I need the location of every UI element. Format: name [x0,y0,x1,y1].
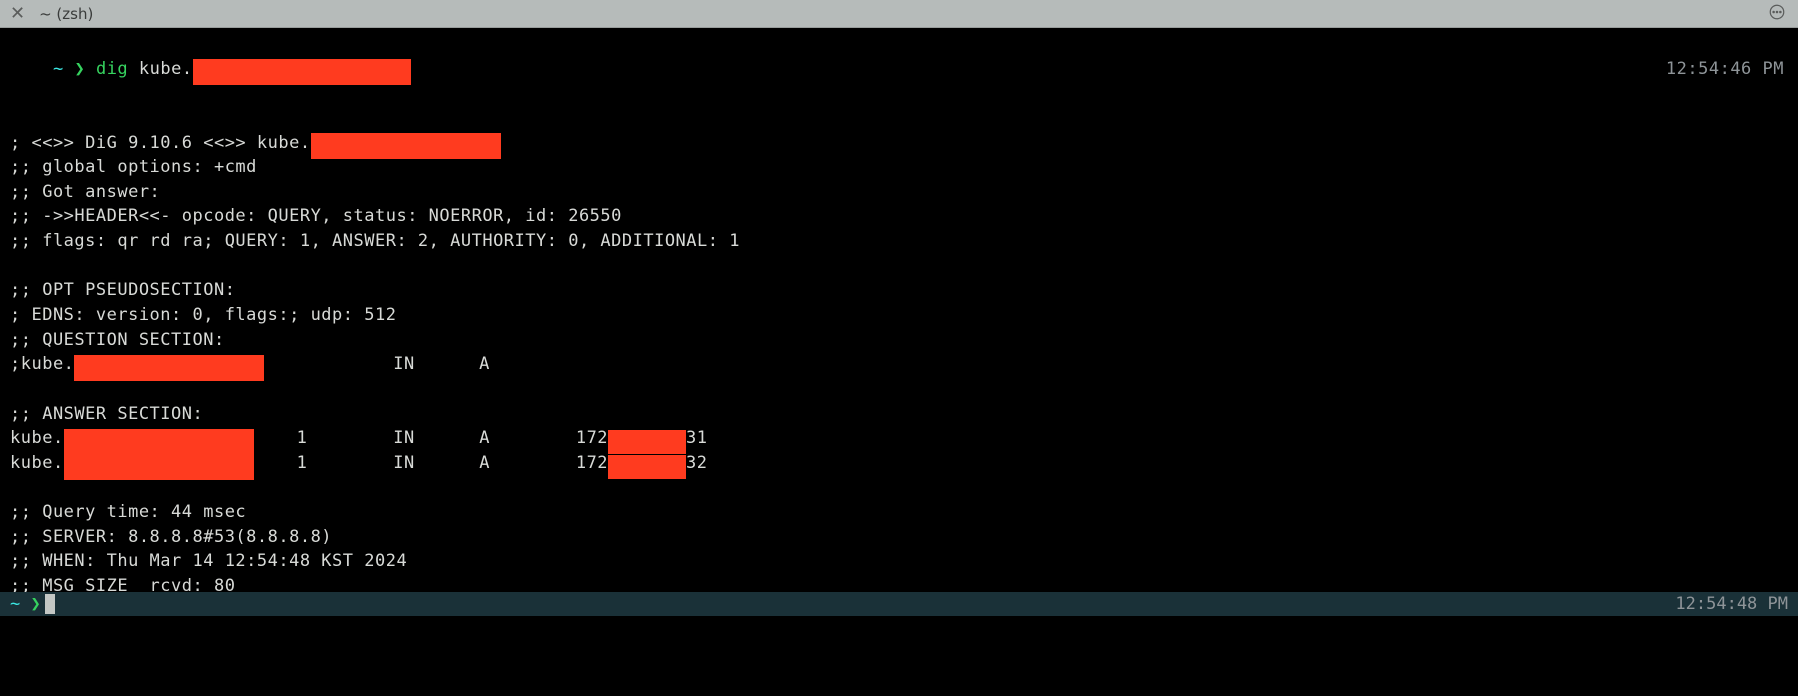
dig-header: ;; ->>HEADER<<- opcode: QUERY, status: N… [10,204,1788,229]
command-dig: dig [96,59,128,79]
prompt-line: ~ ❯ dig kube. 12:54:46 PM [10,32,1788,106]
dig-got-answer: ;; Got answer: [10,180,1788,205]
dig-answer-row: kube. 1 IN A 17231 [10,426,1788,451]
blank-line [10,476,1788,501]
dig-question-line: ;kube. IN A [10,352,1788,377]
redacted-domain [193,59,411,85]
close-icon[interactable]: ✕ [10,3,25,24]
prompt-tilde: ~ [10,594,20,614]
window-titlebar: ✕ ~ (zsh) [0,0,1798,28]
dig-when: ;; WHEN: Thu Mar 14 12:54:48 KST 2024 [10,549,1788,574]
timestamp-bottom: 12:54:48 PM [1675,594,1788,614]
prompt-caret: ❯ [74,59,85,79]
prompt-caret: ❯ [31,594,41,614]
bottom-prompt-bar[interactable]: ~ ❯ 12:54:48 PM [0,592,1798,616]
blank-line [10,377,1788,402]
prompt-tilde: ~ [53,59,64,79]
dig-edns: ; EDNS: version: 0, flags:; udp: 512 [10,303,1788,328]
dig-opt-header: ;; OPT PSEUDOSECTION: [10,278,1788,303]
dig-global-options: ;; global options: +cmd [10,155,1788,180]
cursor [45,594,55,614]
dig-banner: ; <<>> DiG 9.10.6 <<>> kube. [10,131,1788,156]
blank-line [10,254,1788,279]
dig-answer-row: kube. 1 IN A 17232 [10,451,1788,476]
dig-server: ;; SERVER: 8.8.8.8#53(8.8.8.8) [10,525,1788,550]
menu-icon[interactable] [1768,3,1786,25]
dig-query-time: ;; Query time: 44 msec [10,500,1788,525]
terminal-body[interactable]: ~ ❯ dig kube. 12:54:46 PM ; <<>> DiG 9.10… [0,28,1798,599]
dig-answer-header: ;; ANSWER SECTION: [10,402,1788,427]
timestamp-top: 12:54:46 PM [1666,57,1784,82]
blank-line [10,106,1788,131]
dig-flags: ;; flags: qr rd ra; QUERY: 1, ANSWER: 2,… [10,229,1788,254]
window-title: ~ (zsh) [39,5,93,23]
command-arg: kube. [139,59,193,79]
dig-question-header: ;; QUESTION SECTION: [10,328,1788,353]
